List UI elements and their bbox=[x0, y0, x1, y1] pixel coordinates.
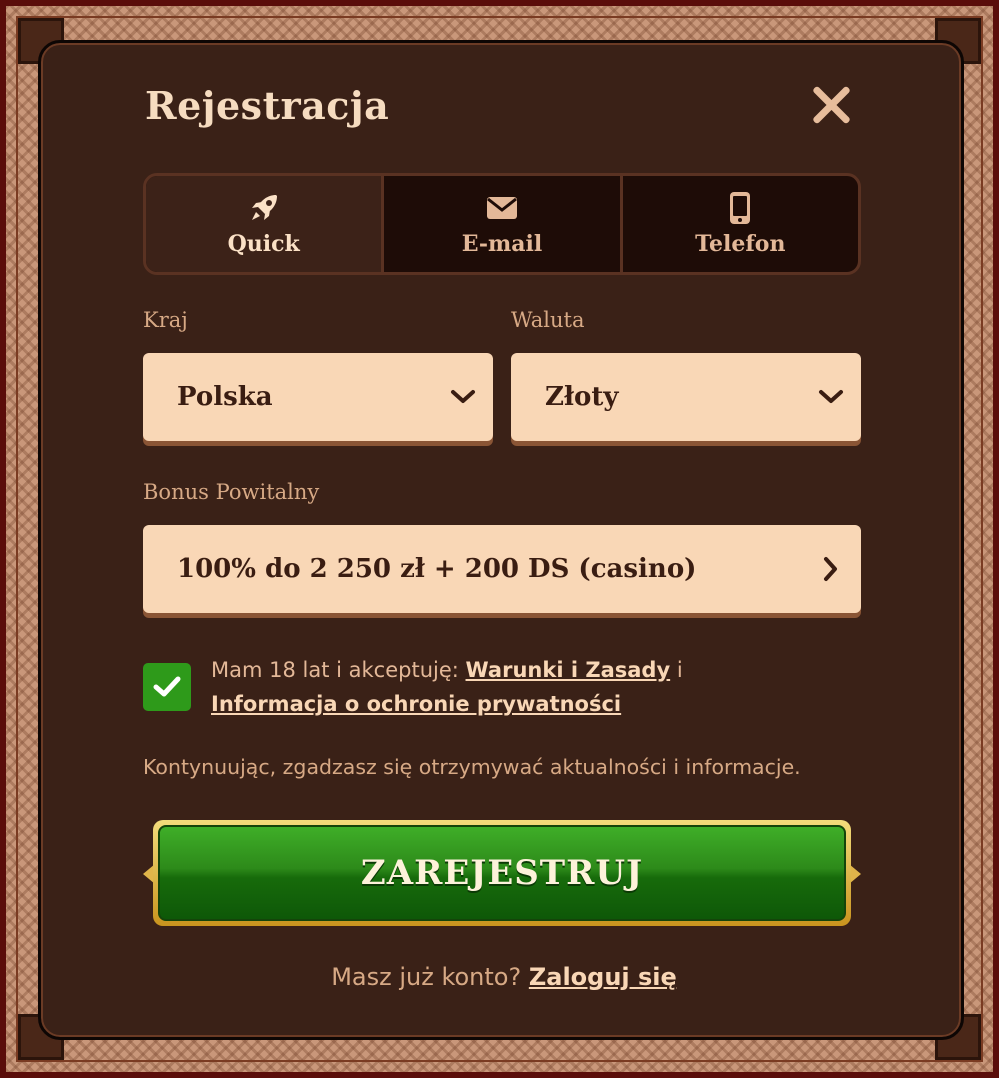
country-select[interactable]: Polska bbox=[143, 353, 493, 441]
registration-modal: Rejestracja Quick E-mail Telefon Kraj Wa… bbox=[38, 40, 964, 1040]
chevron-down-icon bbox=[433, 389, 493, 405]
terms-link[interactable]: Warunki i Zasady bbox=[466, 658, 671, 682]
bonus-label: Bonus Powitalny bbox=[143, 480, 320, 504]
country-value: Polska bbox=[177, 382, 273, 412]
register-button-wrapper: ZAREJESTRUJ bbox=[143, 820, 861, 926]
consent-joiner: i bbox=[670, 658, 683, 682]
tab-quick[interactable]: Quick bbox=[146, 176, 385, 272]
age-terms-checkbox[interactable] bbox=[143, 663, 191, 711]
modal-title: Rejestracja bbox=[145, 83, 390, 128]
consent-prefix: Mam 18 lat i akceptuję: bbox=[211, 658, 466, 682]
consent-text: Mam 18 lat i akceptuję: Warunki i Zasady… bbox=[211, 653, 711, 721]
currency-select[interactable]: Złoty bbox=[511, 353, 861, 441]
rocket-icon bbox=[248, 191, 280, 225]
register-button-face: ZAREJESTRUJ bbox=[158, 825, 846, 921]
chevron-down-icon bbox=[801, 389, 861, 405]
register-button-label: ZAREJESTRUJ bbox=[360, 853, 644, 893]
tab-label: E-mail bbox=[461, 231, 543, 257]
login-link[interactable]: Zaloguj się bbox=[529, 963, 677, 991]
privacy-link[interactable]: Informacja o ochronie prywatności bbox=[211, 692, 621, 716]
currency-label: Waluta bbox=[511, 308, 585, 332]
tab-email[interactable]: E-mail bbox=[384, 176, 623, 272]
bonus-value: 100% do 2 250 zł + 200 DS (casino) bbox=[177, 554, 697, 584]
checkmark-icon bbox=[153, 676, 181, 697]
envelope-icon bbox=[486, 191, 518, 225]
newsletter-info: Kontynuując, zgadzasz się otrzymywać akt… bbox=[143, 755, 801, 779]
chevron-right-icon bbox=[801, 556, 861, 582]
phone-icon bbox=[729, 191, 751, 225]
bonus-select[interactable]: 100% do 2 250 zł + 200 DS (casino) bbox=[143, 525, 861, 613]
currency-value: Złoty bbox=[545, 382, 619, 412]
registration-method-tabs: Quick E-mail Telefon bbox=[143, 173, 861, 275]
register-button[interactable]: ZAREJESTRUJ bbox=[153, 820, 851, 926]
country-label: Kraj bbox=[143, 308, 188, 332]
tab-phone[interactable]: Telefon bbox=[623, 176, 858, 272]
login-prompt-text: Masz już konto? bbox=[331, 963, 529, 991]
tab-label: Telefon bbox=[695, 231, 786, 257]
login-prompt: Masz już konto? Zaloguj się bbox=[41, 963, 967, 991]
close-icon[interactable] bbox=[809, 83, 853, 127]
tab-label: Quick bbox=[227, 231, 300, 257]
